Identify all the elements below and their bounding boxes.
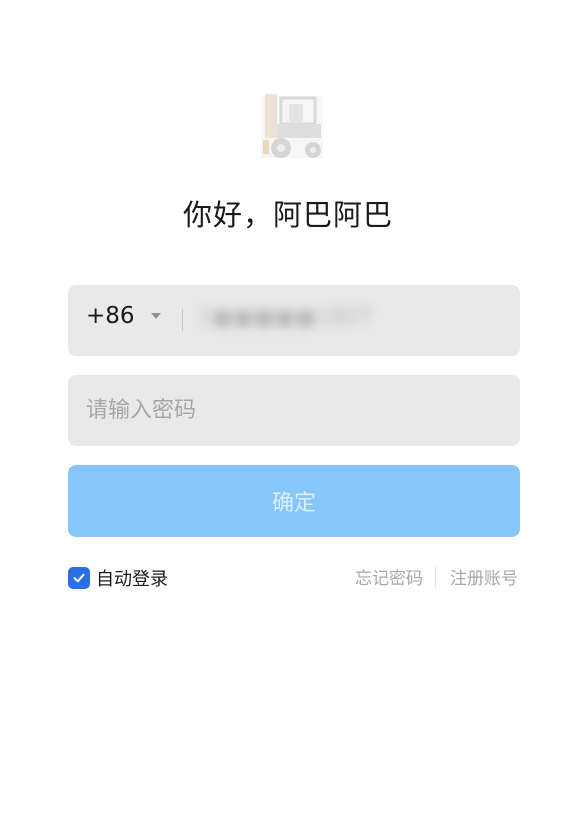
tractor-icon xyxy=(261,94,323,158)
auto-login-label: 自动登录 xyxy=(96,569,168,590)
country-code-label: +86 xyxy=(86,303,135,329)
password-field[interactable] xyxy=(68,375,520,446)
greeting-title: 你好，阿巴阿巴 xyxy=(182,198,393,232)
confirm-button[interactable]: 确定 xyxy=(68,465,520,537)
field-divider xyxy=(182,309,183,331)
phone-field[interactable]: +86 1■■■■■1807 xyxy=(68,285,520,356)
password-input[interactable] xyxy=(86,375,506,446)
phone-number-value[interactable]: 1■■■■■1807 xyxy=(198,305,372,330)
country-code-selector[interactable]: +86 xyxy=(86,303,161,329)
caret-down-icon xyxy=(150,313,161,319)
register-link[interactable]: 注册账号 xyxy=(450,564,518,589)
link-divider xyxy=(435,565,436,588)
avatar xyxy=(253,86,331,164)
forgot-password-link[interactable]: 忘记密码 xyxy=(355,564,423,589)
auto-login-toggle[interactable]: 自动登录 xyxy=(68,565,168,591)
check-icon xyxy=(73,573,85,583)
account-links: 忘记密码 注册账号 xyxy=(355,564,518,589)
auto-login-checkbox[interactable] xyxy=(68,567,90,589)
